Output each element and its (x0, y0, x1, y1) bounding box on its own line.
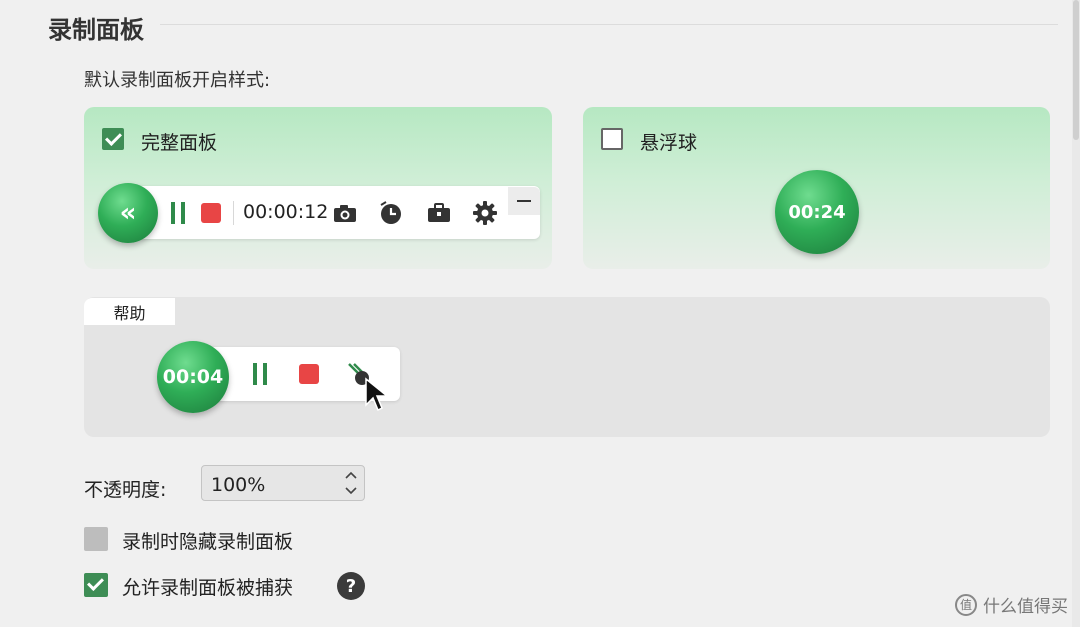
watermark-logo-icon: 值 (955, 593, 977, 616)
toolbox-icon (428, 203, 450, 222)
gear-icon (473, 201, 497, 225)
watermark: 值 什么值得买 (955, 592, 1068, 617)
bar-divider (233, 201, 234, 225)
allow-capture-checkbox[interactable] (84, 573, 108, 597)
scrollbar-thumb[interactable] (1073, 0, 1079, 140)
watermark-text: 什么值得买 (983, 597, 1068, 617)
section-title: 录制面板 (48, 16, 144, 44)
full-panel-checkbox[interactable] (102, 128, 124, 150)
opacity-spinbox[interactable]: 100% (201, 465, 365, 501)
pause-icon (169, 202, 187, 224)
opacity-value[interactable]: 100% (211, 474, 265, 496)
camera-icon (334, 205, 356, 222)
stop-icon (201, 203, 221, 223)
cursor-icon (365, 377, 390, 412)
minimize-button (508, 187, 540, 215)
full-panel-label: 完整面板 (141, 132, 218, 154)
scrollbar[interactable] (1072, 0, 1080, 627)
stop-icon (299, 364, 319, 384)
title-divider (160, 24, 1058, 25)
help-tab[interactable]: 帮助 (84, 298, 175, 325)
collapse-ball-icon: « (98, 183, 158, 243)
float-ball-label: 悬浮球 (640, 132, 698, 154)
opacity-label: 不透明度: (84, 479, 167, 501)
default-style-label: 默认录制面板开启样式: (84, 70, 271, 91)
spin-arrows-icon[interactable] (344, 468, 358, 498)
help-question-icon[interactable]: ? (337, 572, 365, 600)
help-ball-timer: 00:04 (157, 341, 229, 413)
allow-capture-label: 允许录制面板被捕获 (122, 577, 294, 599)
pause-icon (251, 363, 269, 385)
timer-text: 00:00:12 (243, 201, 329, 223)
hide-panel-label: 录制时隐藏录制面板 (122, 531, 294, 553)
schedule-icon (380, 201, 401, 224)
float-ball-checkbox[interactable] (601, 128, 623, 150)
full-panel-preview-bar: 00:00:12 (113, 186, 540, 239)
hide-panel-checkbox[interactable] (84, 527, 108, 551)
float-ball-timer: 00:24 (775, 170, 859, 254)
